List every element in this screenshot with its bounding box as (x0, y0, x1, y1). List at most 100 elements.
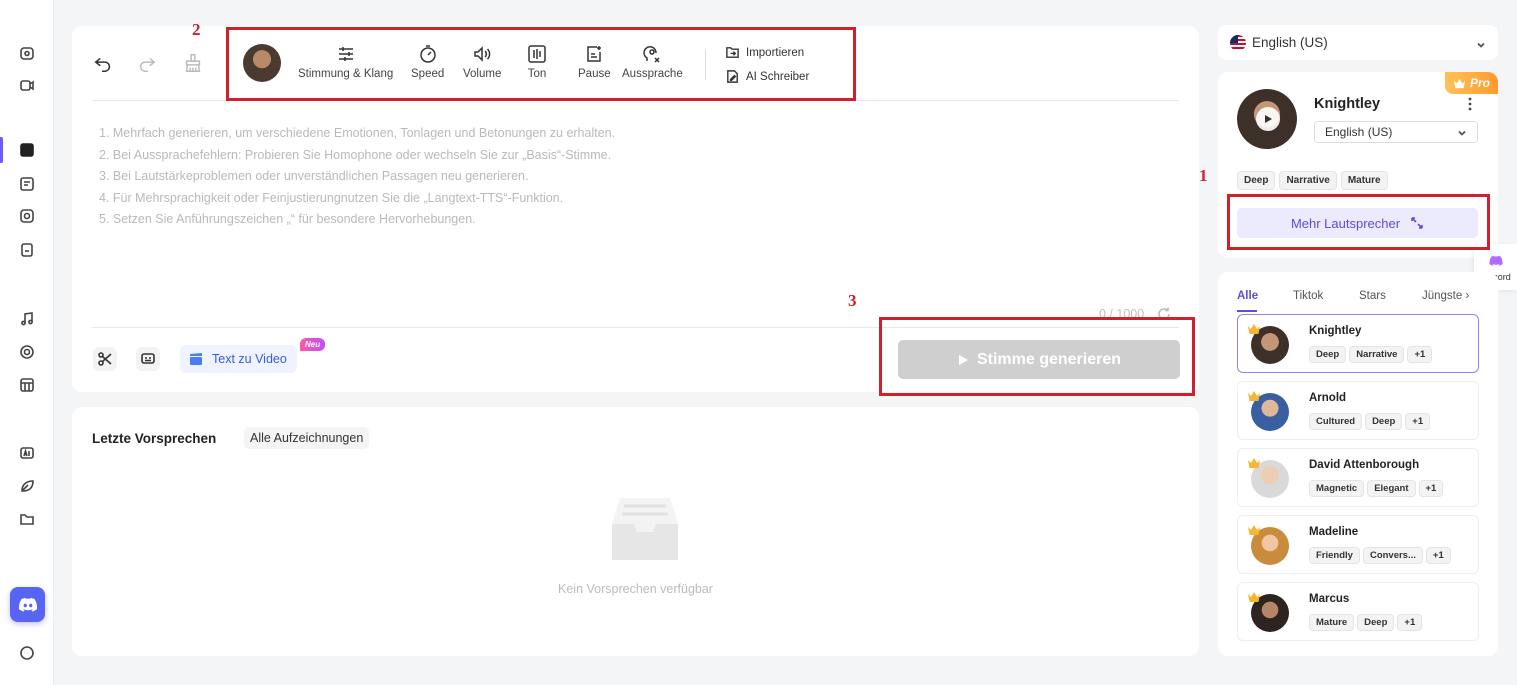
preview-play-button[interactable] (1256, 107, 1280, 131)
voice-changer-icon[interactable] (17, 206, 37, 226)
voice-tag: Deep (1309, 346, 1347, 363)
voice-tag: Cultured (1309, 413, 1363, 430)
scissors-icon (98, 352, 112, 366)
chevron-down-icon (1457, 127, 1467, 137)
audio-file-icon[interactable] (17, 240, 37, 260)
voice-tag: +1 (1418, 480, 1444, 497)
all-records-button[interactable]: Alle Aufzeichnungen (244, 427, 370, 449)
voice-name: Knightley (1309, 325, 1362, 337)
subtitle-icon (141, 353, 155, 364)
voice-name: Madeline (1309, 526, 1359, 538)
voice-name: Marcus (1309, 593, 1350, 605)
voice-tag: +1 (1397, 614, 1423, 631)
video-voice-icon[interactable] (17, 75, 37, 95)
broom-icon (185, 54, 201, 72)
language-select[interactable]: English (US) (1218, 25, 1498, 60)
speaker-tags: Deep Narrative Mature (1237, 170, 1392, 190)
voice-tags: Deep Narrative +1 (1309, 344, 1435, 363)
leaf-icon[interactable] (17, 476, 37, 496)
annotation-number-1: 1 (1199, 166, 1208, 185)
voice-clone-icon[interactable] (17, 43, 37, 63)
voice-tags: Cultured Deep +1 (1309, 411, 1433, 430)
voice-name: David Attenborough (1309, 459, 1420, 471)
us-flag-icon (1230, 34, 1246, 51)
voice-tag: Friendly (1309, 547, 1360, 564)
tip-line: 5. Setzen Sie Anführungszeichen „“ für b… (99, 212, 476, 226)
record-icon[interactable] (17, 342, 37, 362)
tab-tiktok[interactable]: Tiktok (1293, 290, 1323, 302)
voice-card-arnold[interactable]: Arnold Cultured Deep +1 (1237, 381, 1479, 440)
discord-icon[interactable] (10, 587, 45, 622)
voice-card-david-attenborough[interactable]: David Attenborough Magnetic Elegant +1 (1237, 448, 1479, 507)
tab-newest-label: Jüngste (1422, 290, 1463, 302)
text-to-speech-icon[interactable] (17, 140, 37, 160)
ai-tools-icon[interactable] (17, 443, 37, 463)
voice-tag: Convers... (1362, 547, 1423, 564)
redo-button[interactable] (136, 52, 158, 78)
text-to-video-label: Text zu Video (212, 352, 287, 366)
undo-icon (94, 57, 111, 72)
active-indicator (0, 137, 3, 163)
voice-tag: Deep (1357, 614, 1395, 631)
voice-name: Arnold (1309, 392, 1347, 404)
discord-icon (1488, 255, 1503, 266)
chevron-down-icon (1476, 38, 1486, 48)
speaker-tag: Deep (1237, 171, 1276, 190)
annotation-box-2 (226, 27, 856, 101)
speaker-language-value: English (US) (1325, 125, 1393, 139)
voice-tag: Elegant (1367, 480, 1416, 497)
voice-card-knightley[interactable]: Knightley Deep Narrative +1 (1237, 314, 1479, 373)
voice-tags: Friendly Convers... +1 (1309, 545, 1454, 564)
clear-button[interactable] (182, 52, 204, 78)
voice-card-marcus[interactable]: Marcus Mature Deep +1 (1237, 582, 1479, 641)
speaker-language-select[interactable]: English (US) (1314, 121, 1478, 143)
crown-icon (1247, 590, 1261, 602)
left-rail (0, 0, 54, 685)
voice-tag: Narrative (1349, 346, 1405, 363)
folder-icon[interactable] (17, 509, 37, 529)
store-icon[interactable] (17, 375, 37, 395)
crown-icon (1247, 322, 1261, 334)
voice-tags: Mature Deep +1 (1309, 612, 1425, 631)
chat-bubble-icon[interactable] (17, 643, 37, 663)
redo-icon (139, 57, 156, 72)
clapperboard-icon (190, 353, 202, 365)
voice-card-madeline[interactable]: Madeline Friendly Convers... +1 (1237, 515, 1479, 574)
speaker-tag: Mature (1340, 171, 1388, 190)
voice-tag: +1 (1405, 413, 1431, 430)
new-badge: Neu (300, 338, 326, 351)
music-icon[interactable] (17, 309, 37, 329)
tab-stars[interactable]: Stars (1359, 290, 1386, 302)
more-options-icon[interactable] (1467, 96, 1473, 112)
recent-auditions-title: Letzte Vorsprechen (92, 431, 217, 446)
annotation-number-3: 3 (848, 291, 857, 310)
tip-line: 2. Bei Aussprachefehlern: Probieren Sie … (99, 147, 612, 162)
voice-tag: +1 (1425, 547, 1451, 564)
tab-all[interactable]: Alle (1237, 290, 1258, 302)
subtitle-button[interactable] (136, 347, 160, 371)
language-selected: English (US) (1252, 35, 1328, 50)
play-icon (1265, 115, 1272, 123)
empty-inbox-icon (612, 498, 678, 560)
active-tab-underline (1237, 310, 1257, 312)
tab-newest[interactable]: Jüngste › (1422, 290, 1469, 302)
crown-icon (1247, 523, 1261, 535)
speaker-avatar[interactable] (1237, 89, 1297, 149)
voice-tag: Deep (1365, 413, 1403, 430)
tip-line: 1. Mehrfach generieren, um verschiedene … (99, 126, 616, 140)
voice-tag: +1 (1407, 346, 1433, 363)
voice-list-panel: Alle Tiktok Stars Jüngste › Knightley De… (1218, 272, 1498, 656)
empty-state-text: Kein Vorsprechen verfügbar (558, 582, 713, 596)
annotation-number-2: 2 (192, 20, 201, 39)
crown-icon (1453, 78, 1466, 88)
speaker-name: Knightley (1314, 96, 1381, 112)
annotation-box-3 (879, 317, 1195, 396)
pro-badge: Pro (1444, 72, 1498, 94)
text-input-placeholder[interactable]: 1. Mehrfach generieren, um verschiedene … (99, 123, 615, 231)
text-to-video-button[interactable]: Text zu Video (180, 345, 297, 373)
transcribe-icon[interactable] (17, 174, 37, 194)
tip-line: 3. Bei Lautstärkeproblemen oder unverstä… (99, 169, 529, 183)
scissors-button[interactable] (93, 347, 117, 371)
tip-line: 4. Für Mehrsprachigkeit oder Feinjustier… (99, 190, 564, 205)
undo-button[interactable] (92, 52, 114, 78)
